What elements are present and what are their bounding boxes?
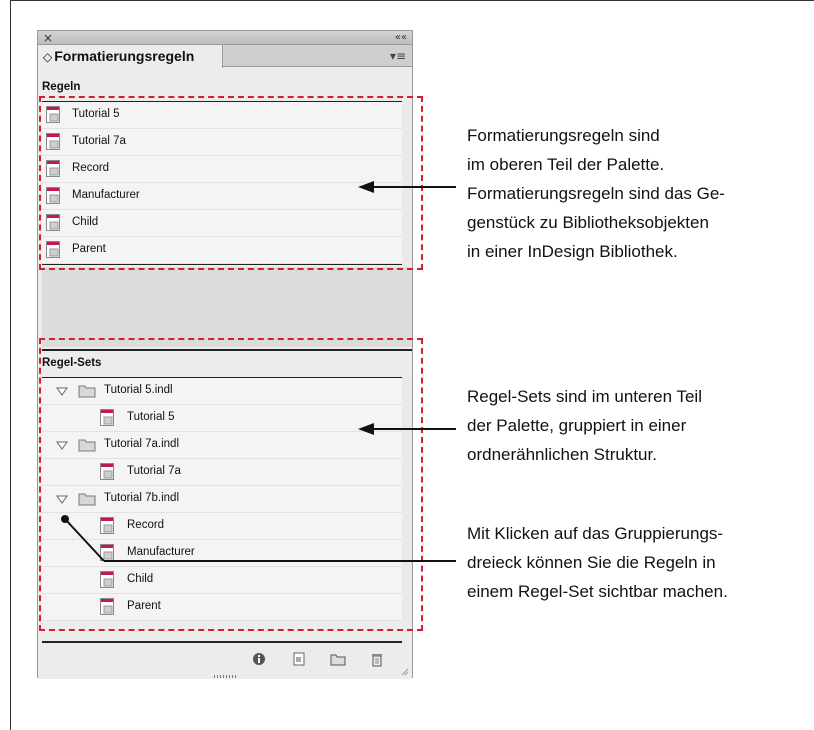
callout-dot — [61, 515, 69, 523]
callout-overlay — [61, 181, 456, 562]
callout-arrowhead-regeln — [358, 181, 374, 193]
callout-line-diagonal — [64, 518, 105, 562]
callout-arrowhead-regel-sets — [358, 423, 374, 435]
